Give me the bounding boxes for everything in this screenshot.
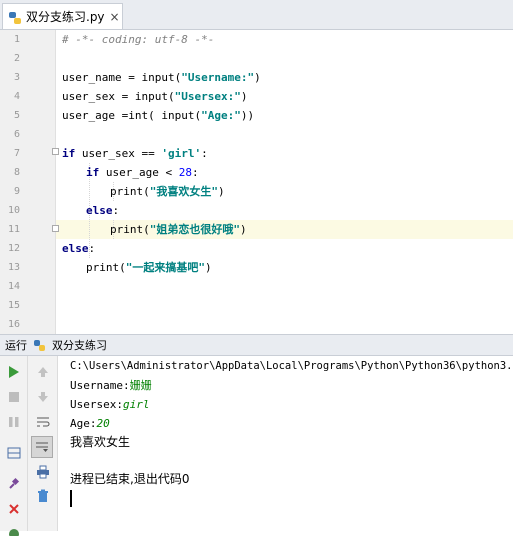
line-number: 4 [13,91,20,102]
line-number: 12 [7,243,20,254]
stop-icon [9,392,19,402]
line-number: 16 [7,319,20,330]
layout-icon [7,447,21,459]
play-icon [9,366,19,378]
fold-marker-icon[interactable] [52,225,59,232]
run-panel-header: 运行 双分支练习 [0,334,513,356]
pause-button[interactable] [4,412,24,432]
console-exec-path: C:\Users\Administrator\AppData\Local\Pro… [70,360,513,372]
question-icon [9,529,19,536]
run-toolbar-primary [0,356,28,536]
scroll-down-button[interactable] [33,387,53,407]
print-button[interactable] [33,462,53,482]
code-line-4: user_sex = input("Usersex:") [62,90,248,103]
console-username-line: Username:姗姗 [70,379,152,392]
run-config-name[interactable]: 双分支练习 [52,337,107,353]
console-output: 我喜欢女生 [70,435,131,449]
code-line-10: else: [86,204,120,217]
python-config-icon [33,339,46,352]
code-line-8: if user_age < 28: [86,166,199,179]
pin-icon [9,477,20,489]
line-number: 3 [13,72,20,83]
line-number: 8 [13,167,20,178]
scroll-end-icon [36,442,48,452]
console-usersex-line: Usersex:girl [70,398,150,411]
code-line-7: if user_sex == 'girl': [62,147,208,160]
python-file-icon [8,10,22,24]
line-number: 6 [13,129,20,140]
scroll-to-end-toggle[interactable] [31,436,53,458]
editor-tab-bar: 双分支练习.py × [0,0,513,30]
code-line-12: else: [62,242,96,255]
close-tab-icon[interactable]: × [110,10,120,24]
line-number: 15 [7,300,20,311]
printer-icon [37,465,49,479]
soft-wrap-button[interactable] [33,412,53,432]
code-line-11: print("姐弟恋也很好哦") [110,223,247,236]
tab-active-file[interactable]: 双分支练习.py × [2,3,123,29]
arrow-down-icon [38,392,48,402]
code-line-5: user_age =int( input("Age:")) [62,109,255,122]
rerun-button[interactable] [4,362,24,382]
code-line-3: user_name = input("Username:") [62,71,261,84]
code-line-13: print("一起来搞基吧") [86,261,212,274]
clear-all-button[interactable] [33,486,53,506]
fold-marker-icon[interactable] [52,148,59,155]
arrow-up-icon [38,367,48,377]
line-number: 11 [7,224,20,235]
line-number: 9 [13,186,20,197]
run-console[interactable]: C:\Users\Administrator\AppData\Local\Pro… [58,356,513,531]
code-line-9: print("我喜欢女生") [110,185,225,198]
close-icon [9,504,19,514]
run-toolbar-secondary [28,356,58,531]
line-number: 5 [13,110,20,121]
run-label: 运行 [5,339,27,352]
trash-icon [38,489,48,502]
line-number: 2 [13,53,20,64]
close-run-button[interactable] [4,499,24,519]
pin-tab-button[interactable] [4,474,24,494]
wrap-icon [37,417,50,427]
line-number: 10 [7,205,20,216]
line-number: 1 [13,34,20,45]
code-editor[interactable]: # -*- coding: utf-8 -*- user_name = inpu… [0,30,513,334]
pause-icon [9,417,19,427]
line-number: 7 [13,148,20,159]
line-number: 13 [7,262,20,273]
console-age-line: Age:20 [70,417,110,430]
code-line-1: # -*- coding: utf-8 -*- [62,33,215,46]
stop-button[interactable] [4,387,24,407]
scroll-up-button[interactable] [33,362,53,382]
tab-title: 双分支练习.py [26,10,105,24]
restore-layout-button[interactable] [4,443,24,463]
line-number: 14 [7,281,20,292]
text-caret [70,490,72,507]
console-exit-message: 进程已结束,退出代码0 [70,472,190,486]
help-button[interactable] [4,522,24,542]
